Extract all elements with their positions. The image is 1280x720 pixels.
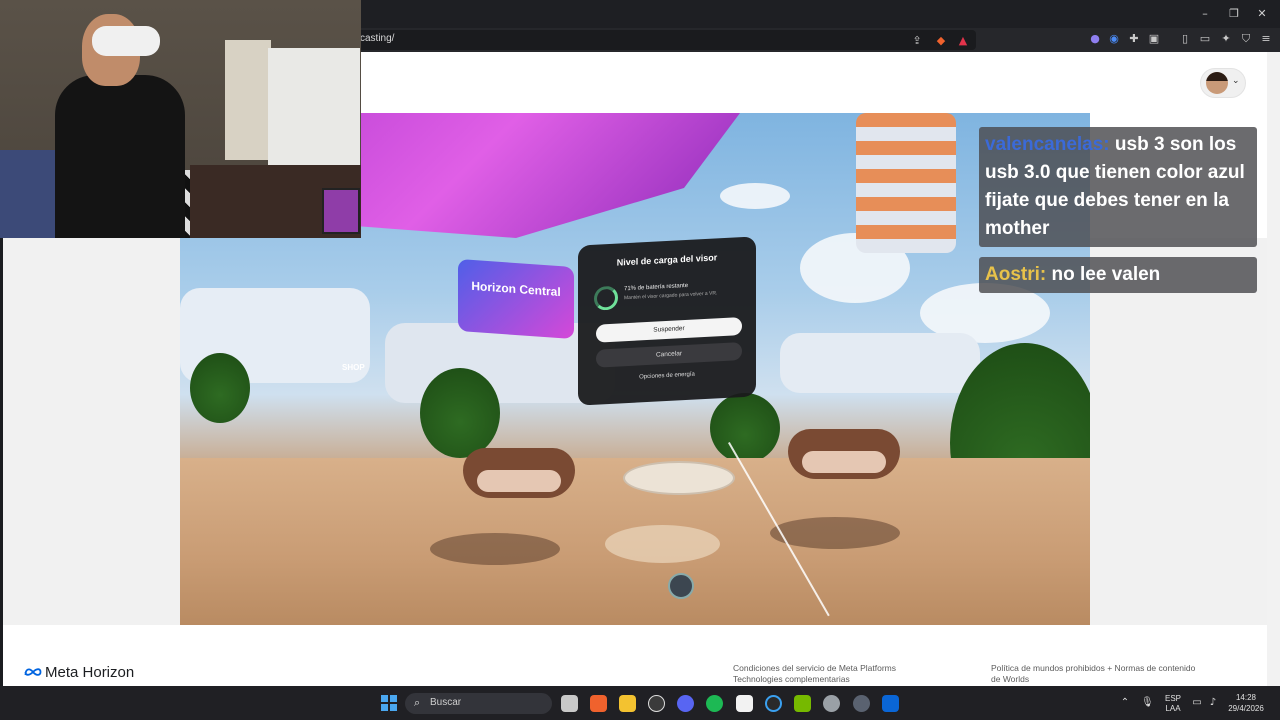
account-menu-button[interactable]: ⌄ <box>1200 68 1246 98</box>
windows-taskbar: ⌕ Buscar ⌃ 🎙 ESP LAA ▭ ♪ 14:28 29/4/2026 <box>0 686 1280 720</box>
nvidia-icon[interactable] <box>794 695 811 712</box>
footer-link-prohibited-worlds[interactable]: Política de mundos prohibidos + Normas d… <box>991 663 1195 674</box>
restore-button[interactable]: ❐ <box>1226 6 1242 22</box>
cam-shelf <box>225 40 271 160</box>
vr-chair-cushion <box>802 451 886 473</box>
vr-sign-text: Horizon Central <box>471 278 561 300</box>
vr-menu-orb <box>668 573 694 599</box>
taskbar-search[interactable]: ⌕ Buscar <box>405 693 552 714</box>
clock-date[interactable]: 29/4/2026 <box>1222 704 1270 714</box>
volume-icon[interactable]: ♪ <box>1207 697 1219 709</box>
menu-icon[interactable]: ≡ <box>1259 32 1273 46</box>
capcut-icon[interactable] <box>736 695 753 712</box>
brave-rewards-icon[interactable]: ▲ <box>956 34 970 48</box>
discord-icon[interactable] <box>677 695 694 712</box>
avatar <box>1206 72 1228 94</box>
dialog-title: Nivel de carga del visor <box>616 252 718 268</box>
search-placeholder: Buscar <box>430 697 462 708</box>
tray-keyboard[interactable]: LAA <box>1162 704 1184 714</box>
chat-username: valencanelas: <box>985 134 1110 155</box>
chat-username: Aostri: <box>985 264 1047 285</box>
battery-percent: 71% de batería restante <box>624 282 689 293</box>
obs-icon[interactable] <box>853 695 870 712</box>
vr-chair <box>463 448 575 498</box>
spotify-icon[interactable] <box>706 695 723 712</box>
microphone-icon[interactable]: 🎙 <box>1141 697 1154 709</box>
network-icon[interactable]: ▭ <box>1191 697 1203 709</box>
screen: – ❐ ✕ casting/ ⇪ ◆ ▲ ● ◉ ✚ ▣ ▯ ▭ ✦ ⛉ ≡ ⌄ <box>0 0 1280 720</box>
task-view-icon[interactable] <box>561 695 578 712</box>
vr-shadow <box>770 517 900 549</box>
vpn-icon[interactable]: ● <box>1088 32 1102 46</box>
clock-time[interactable]: 14:28 <box>1222 693 1270 703</box>
github-icon[interactable] <box>648 695 665 712</box>
chat-message: valencanelas: usb 3 son los usb 3.0 que … <box>979 127 1257 247</box>
refresh-app-icon[interactable] <box>765 695 782 712</box>
wallet-icon[interactable]: ◉ <box>1107 32 1121 46</box>
minimize-button[interactable]: – <box>1197 6 1213 22</box>
cancel-button: Cancelar <box>596 342 742 368</box>
cam-laptop <box>322 188 360 234</box>
tray-overflow-icon[interactable]: ⌃ <box>1119 697 1131 709</box>
vr-palm <box>420 368 500 458</box>
search-icon: ⌕ <box>414 696 421 709</box>
chevron-down-icon: ⌄ <box>1232 76 1240 86</box>
cam-person <box>55 75 185 238</box>
vr-tower <box>856 113 956 253</box>
vr-building <box>780 333 980 393</box>
vr-palm <box>710 393 780 463</box>
address-bar[interactable]: casting/ ⇪ ◆ ▲ <box>340 30 976 50</box>
battery-ring-icon <box>594 285 618 311</box>
vr-shop-text: SHOP <box>342 363 365 372</box>
address-text: casting/ <box>360 33 395 44</box>
vr-headset <box>92 26 160 56</box>
logo-text: Meta Horizon <box>45 664 135 681</box>
vr-horizon-sign: Horizon Central <box>458 258 574 340</box>
meta-logo-icon <box>24 668 42 676</box>
vr-shadow <box>430 533 560 565</box>
file-explorer-icon[interactable] <box>619 695 636 712</box>
tab-icon[interactable]: ▣ <box>1147 32 1161 46</box>
vr-battery-dialog: Nivel de carga del visor 71% de batería … <box>578 236 756 406</box>
vr-chair <box>788 429 900 479</box>
extensions-icon[interactable]: ✚ <box>1127 32 1141 46</box>
vr-cloud <box>720 183 790 209</box>
brave-browser-icon[interactable] <box>590 695 607 712</box>
vr-palm <box>190 353 250 423</box>
shield-icon[interactable]: ⛉ <box>1239 32 1253 46</box>
webcam-overlay <box>0 0 361 238</box>
vr-chair-cushion <box>477 470 561 492</box>
meta-horizon-app-icon[interactable] <box>882 695 899 712</box>
suspend-button: Suspender <box>596 317 742 343</box>
power-options-link: Opciones de energía <box>639 371 695 381</box>
chat-message: Aostri: no lee valen <box>979 257 1257 293</box>
sidebar-icon[interactable]: ▯ <box>1178 32 1192 46</box>
leo-ai-icon[interactable]: ✦ <box>1219 32 1233 46</box>
chat-text: no lee valen <box>1051 264 1161 285</box>
battery-hint: Mantén el visor cargado para volver a VR… <box>624 290 718 302</box>
vr-floor-light <box>605 525 720 563</box>
page-scrollbar[interactable] <box>1267 52 1280 686</box>
wallet-card-icon[interactable]: ▭ <box>1198 32 1212 46</box>
vr-table <box>623 461 735 495</box>
windows-start-icon[interactable] <box>381 695 397 711</box>
settings-gear-icon[interactable] <box>823 695 840 712</box>
footer-link-complementary[interactable]: Technologies complementarias <box>733 674 850 685</box>
close-button[interactable]: ✕ <box>1254 6 1270 22</box>
footer-link-terms[interactable]: Condiciones del servicio de Meta Platfor… <box>733 663 896 674</box>
share-icon[interactable]: ⇪ <box>910 34 924 48</box>
brave-shields-icon[interactable]: ◆ <box>934 34 948 48</box>
footer-link-worlds[interactable]: de Worlds <box>991 674 1029 685</box>
tray-language[interactable]: ESP <box>1162 694 1184 704</box>
